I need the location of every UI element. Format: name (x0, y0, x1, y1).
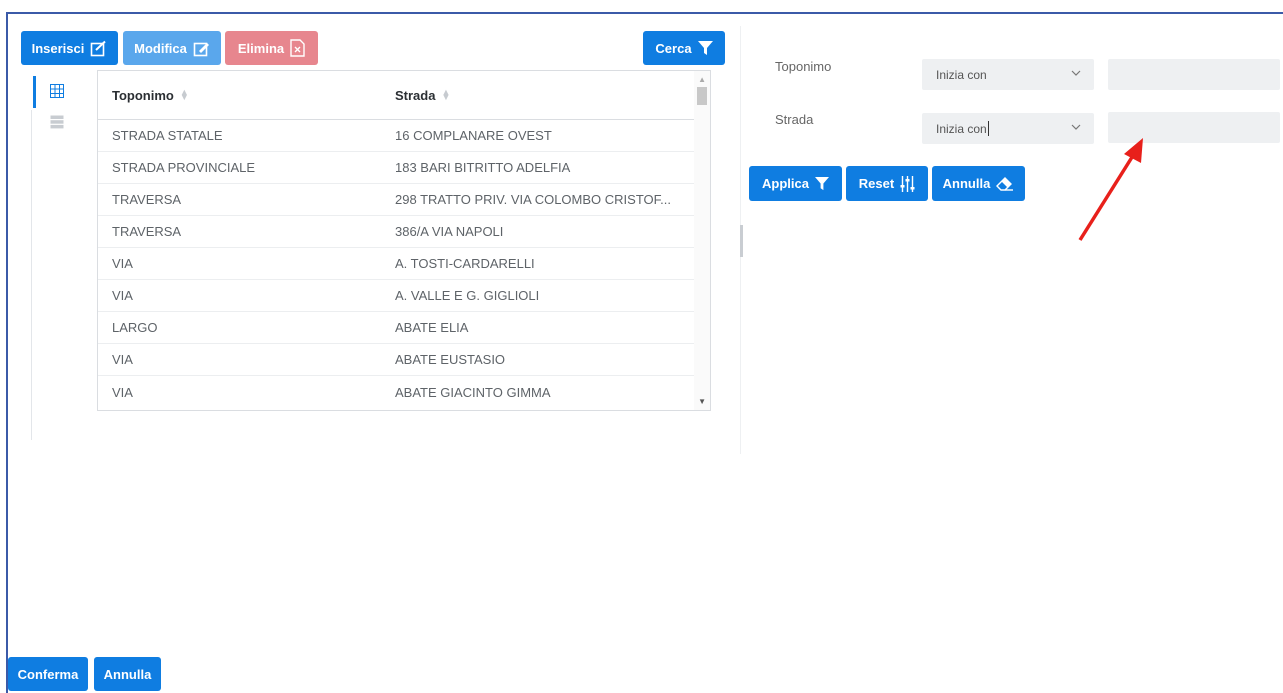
table-row[interactable]: LARGO ABATE ELIA (98, 312, 710, 344)
apply-filter-button[interactable]: Applica (749, 166, 842, 201)
search-button-label: Cerca (655, 40, 692, 56)
list-view-icon[interactable] (50, 115, 64, 129)
sidebar-divider (31, 110, 32, 440)
edit-button[interactable]: Modifica (123, 31, 221, 65)
sort-icon[interactable]: ▲ ▼ (180, 88, 189, 102)
insert-button-label: Inserisci (31, 40, 85, 56)
insert-button[interactable]: Inserisci (21, 31, 118, 65)
scroll-up-icon[interactable]: ▲ (698, 75, 706, 84)
table-row[interactable]: TRAVERSA 386/A VIA NAPOLI (98, 216, 710, 248)
toponimo-operator-select[interactable]: Inizia con (922, 59, 1094, 90)
edit-icon (91, 40, 107, 56)
footer-cancel-button[interactable]: Annulla (94, 657, 161, 691)
table-row[interactable]: VIA A. TOSTI-CARDARELLI (98, 248, 710, 280)
annotation-arrow-icon (1078, 138, 1143, 241)
confirm-button[interactable]: Conferma (8, 657, 88, 691)
table-body: STRADA STATALE 16 COMPLANARE OVEST STRADA… (98, 120, 710, 408)
cancel-filter-button[interactable]: Annulla (932, 166, 1025, 201)
delete-button[interactable]: Elimina (225, 31, 318, 65)
table-header: Toponimo ▲ ▼ Strada ▲ ▼ (98, 71, 710, 120)
edit-icon (193, 42, 209, 56)
scroll-down-icon[interactable]: ▼ (698, 397, 706, 406)
table-row[interactable]: TRAVERSA 298 TRATTO PRIV. VIA COLOMBO CRI… (98, 184, 710, 216)
scroll-thumb[interactable] (697, 87, 707, 105)
sort-icon[interactable]: ▲ ▼ (441, 88, 450, 102)
filter-icon (697, 40, 713, 55)
splitter-handle[interactable] (740, 225, 743, 257)
streets-table: Toponimo ▲ ▼ Strada ▲ ▼ STRADA STATALE 16 C… (97, 70, 711, 411)
text-cursor (987, 121, 989, 136)
active-view-indicator (33, 76, 36, 108)
strada-filter-label: Strada (775, 112, 814, 127)
search-button[interactable]: Cerca (643, 31, 725, 65)
column-header-toponimo[interactable]: Toponimo ▲ ▼ (98, 88, 395, 103)
table-row[interactable]: VIA ABATE GIACINTO GIMMA (98, 376, 710, 408)
chevron-down-icon (1071, 70, 1081, 76)
toponimo-filter-label: Toponimo (775, 59, 832, 74)
delete-button-label: Elimina (237, 40, 285, 56)
eraser-icon (996, 177, 1014, 191)
toponimo-value-input[interactable] (1108, 59, 1280, 90)
table-row[interactable]: VIA A. VALLE E G. GIGLIOLI (98, 280, 710, 312)
reset-filter-button[interactable]: Reset (846, 166, 928, 201)
table-row[interactable]: STRADA STATALE 16 COMPLANARE OVEST (98, 120, 710, 152)
filter-icon (814, 176, 829, 190)
strada-operator-select[interactable]: Inizia con (922, 113, 1094, 144)
edit-button-label: Modifica (134, 40, 187, 56)
table-row[interactable]: VIA ABATE EUSTASIO (98, 344, 710, 376)
table-row[interactable]: STRADA PROVINCIALE 183 BARI BITRITTO ADEL… (98, 152, 710, 184)
sliders-icon (900, 175, 915, 192)
table-scrollbar[interactable]: ▲ ▼ (694, 71, 710, 410)
delete-file-icon (290, 39, 305, 57)
grid-view-icon[interactable] (50, 84, 64, 98)
column-header-strada[interactable]: Strada ▲ ▼ (395, 88, 685, 103)
